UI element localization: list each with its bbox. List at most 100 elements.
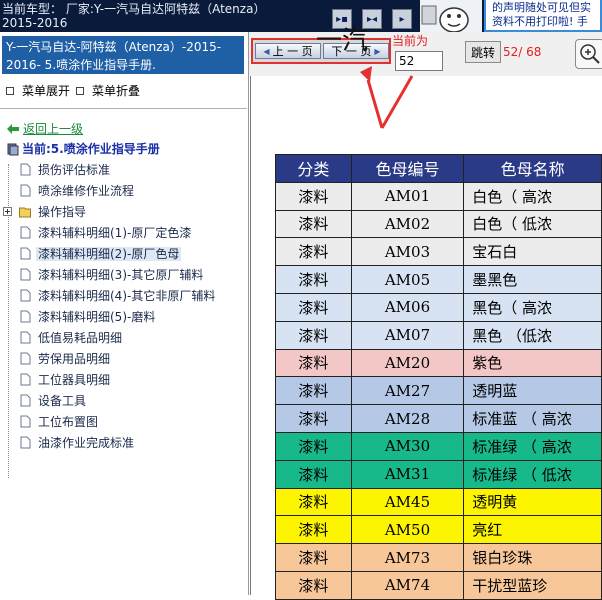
sidebar-item-label: 漆料辅料明细(5)-磨料 <box>38 310 156 324</box>
sidebar-item-label: 油漆作业完成标准 <box>38 436 135 450</box>
name-cell: 标准绿 （ 低浓 <box>463 459 602 489</box>
code-cell: AM74 <box>350 570 465 600</box>
document-icon <box>20 268 31 281</box>
table-header-row: 分类 色母编号 色母名称 <box>275 154 602 183</box>
document-icon <box>20 247 31 260</box>
current-section-label: 当前:5.喷涂作业指导手册 <box>22 142 160 156</box>
next-arrow-icon: ▶ <box>374 46 381 56</box>
sidebar-item-completion-standard[interactable]: 油漆作业完成标准 <box>0 433 247 453</box>
sidebar-item-label: 漆料辅料明细(2)-原厂色母 <box>36 247 182 261</box>
sidebar-item-consumables[interactable]: 低值易耗品明细 <box>0 328 247 348</box>
menu-collapse-label: 菜单折叠 <box>92 84 141 98</box>
sidebar-item-label: 劳保用品明细 <box>38 352 111 366</box>
table-row: 漆料 AM02 白色（ 低浓 <box>275 209 602 239</box>
page-count: 52/ 68 <box>503 45 542 59</box>
code-cell: AM73 <box>350 543 465 572</box>
document-title: Y-一汽马自达-阿特兹（Atenza）-2015-2016- 5.喷涂作业指导手… <box>2 36 244 74</box>
category-cell: 漆料 <box>275 209 352 239</box>
name-cell: 白色（ 低浓 <box>463 209 602 239</box>
document-icon <box>20 310 31 323</box>
document-icon <box>20 436 31 449</box>
name-cell: 黑色 （低浓 <box>463 320 602 350</box>
sidebar: Y-一汽马自达-阿特兹（Atenza）-2015-2016- 5.喷涂作业指导手… <box>0 32 249 595</box>
sidebar-item-materials-4[interactable]: 漆料辅料明细(4)-其它非原厂辅料 <box>0 286 247 306</box>
prev-page-label: 上 一 页 <box>272 45 313 58</box>
prev-page-button[interactable]: ◀ 上 一 页 <box>255 43 321 59</box>
sidebar-item-materials-5[interactable]: 漆料辅料明细(5)-磨料 <box>0 307 247 327</box>
single-page-button[interactable]: ▸ <box>392 9 412 29</box>
menu-collapse-button[interactable]: 菜单折叠 <box>76 82 140 99</box>
document-icon <box>20 163 31 176</box>
table-row: 漆料 AM05 墨黑色 <box>275 265 602 294</box>
header-name: 色母名称 <box>463 154 602 183</box>
sidebar-item-materials-1[interactable]: 漆料辅料明细(1)-原厂定色漆 <box>0 223 247 243</box>
sidebar-item-damage-assessment[interactable]: 损伤评估标准 <box>0 160 247 180</box>
sidebar-item-equipment[interactable]: 设备工具 <box>0 391 247 411</box>
name-cell: 宝石白 <box>463 237 602 267</box>
name-cell: 干扰型蓝珍 <box>463 570 602 600</box>
code-cell: AM28 <box>350 404 465 433</box>
category-cell: 漆料 <box>275 265 352 294</box>
back-arrow-icon <box>7 123 19 134</box>
sidebar-item-repair-process[interactable]: 喷涂维修作业流程 <box>0 181 247 201</box>
category-cell: 漆料 <box>275 181 352 211</box>
notice-banner: 的声明随处可见但实 资料不用打印啦! 手 <box>484 0 602 32</box>
code-cell: AM01 <box>350 181 465 211</box>
folder-icon <box>19 207 31 218</box>
name-cell: 紫色 <box>463 348 602 378</box>
sidebar-item-protective-gear[interactable]: 劳保用品明细 <box>0 349 247 369</box>
menu-expand-button[interactable]: 菜单展开 <box>6 82 70 99</box>
document-icon <box>20 394 31 407</box>
code-cell: AM06 <box>350 292 465 322</box>
code-cell: AM02 <box>350 209 465 239</box>
name-cell: 透明蓝 <box>463 376 602 406</box>
sidebar-item-label: 漆料辅料明细(1)-原厂定色漆 <box>38 226 192 240</box>
document-icon <box>20 184 31 197</box>
zoom-in-button[interactable] <box>575 39 602 69</box>
jump-button[interactable]: 跳转 <box>465 41 501 63</box>
table-row: 漆料 AM30 标准绿 （ 高浓 <box>275 431 602 461</box>
table-row: 漆料 AM07 黑色 （低浓 <box>275 320 602 350</box>
category-cell: 漆料 <box>275 292 352 322</box>
category-cell: 漆料 <box>275 376 352 406</box>
expand-plus-icon <box>3 207 12 216</box>
vehicle-info: 当前车型： 厂家:Y-一汽马自达阿特兹（Atenza） 2015-2016 <box>2 2 332 32</box>
current-section: 当前:5.喷涂作业指导手册 <box>6 140 160 157</box>
name-cell: 标准蓝 （ 高浓 <box>463 404 602 433</box>
table-row: 漆料 AM28 标准蓝 （ 高浓 <box>275 404 602 433</box>
viewer-toolbar: ◀ 上 一 页 下 一 页 ▶ 当前为 跳转 52/ 68 <box>249 32 602 76</box>
table-row: 漆料 AM73 银白珍珠 <box>275 543 602 572</box>
name-cell: 墨黑色 <box>463 265 602 294</box>
document-heading: 一汽 <box>316 26 369 56</box>
sidebar-divider <box>0 108 247 109</box>
table-row: 漆料 AM06 黑色（ 高浓 <box>275 292 602 322</box>
color-table: 分类 色母编号 色母名称 漆料 AM01 白色（ 高浓 漆料 AM02 白色（ 低浓 漆料 A… <box>275 154 602 600</box>
table-row: 漆料 AM31 标准绿 （ 低浓 <box>275 459 602 489</box>
expand-icon <box>6 86 14 95</box>
code-cell: AM03 <box>350 237 465 267</box>
code-cell: AM45 <box>350 487 465 517</box>
document-icon <box>20 352 31 365</box>
sidebar-item-operation-guide[interactable]: 操作指导 <box>0 202 247 222</box>
table-row: 漆料 AM20 紫色 <box>275 348 602 378</box>
sidebar-item-station-tools[interactable]: 工位器具明细 <box>0 370 247 390</box>
collapse-icon <box>76 86 84 95</box>
sidebar-item-materials-3[interactable]: 漆料辅料明细(3)-其它原厂辅料 <box>0 265 247 285</box>
table-row: 漆料 AM01 白色（ 高浓 <box>275 181 602 211</box>
sidebar-item-materials-2[interactable]: 漆料辅料明细(2)-原厂色母 <box>0 244 247 264</box>
category-cell: 漆料 <box>275 543 352 572</box>
category-cell: 漆料 <box>275 320 352 350</box>
code-cell: AM27 <box>350 376 465 406</box>
document-icon <box>20 331 31 344</box>
document-icon <box>20 226 31 239</box>
page-number-input[interactable] <box>395 51 443 71</box>
notice-line-1: 的声明随处可见但实 <box>492 1 591 14</box>
category-cell: 漆料 <box>275 431 352 461</box>
sidebar-item-label: 漆料辅料明细(4)-其它非原厂辅料 <box>38 289 216 303</box>
category-cell: 漆料 <box>275 515 352 545</box>
document-icon <box>20 415 31 428</box>
back-link[interactable]: 返回上一级 <box>6 120 83 137</box>
top-bar: 当前车型： 厂家:Y-一汽马自达阿特兹（Atenza） 2015-2016 ▸▪… <box>0 0 602 32</box>
sidebar-item-layout[interactable]: 工位布置图 <box>0 412 247 432</box>
fit-width-icon: ▸◂ <box>366 13 378 25</box>
